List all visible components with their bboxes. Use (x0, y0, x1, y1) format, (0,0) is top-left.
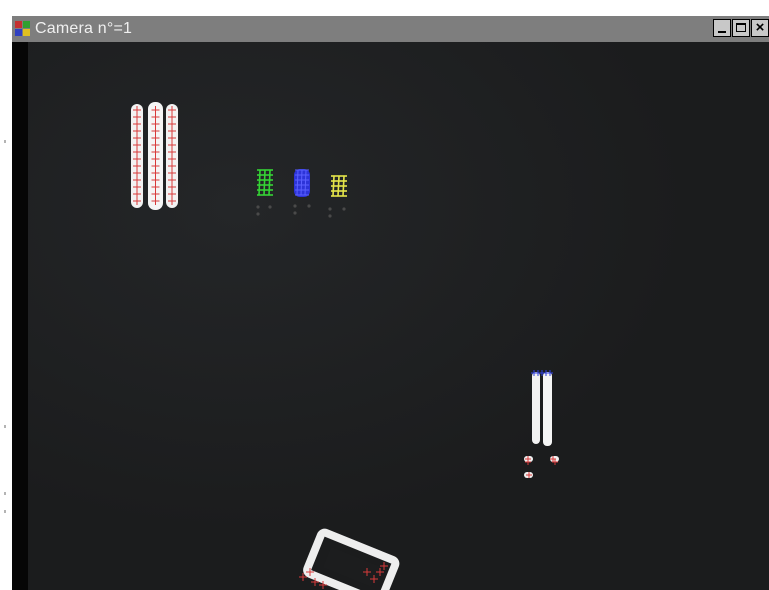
marker-dot (328, 214, 332, 218)
gutter-tick (4, 510, 6, 513)
close-icon: × (755, 19, 765, 36)
minimize-button[interactable] (713, 19, 731, 37)
left-gutter (0, 0, 12, 590)
cross-markers (531, 370, 553, 376)
marker-bar (532, 372, 540, 444)
camera-scene (131, 102, 559, 590)
marker-group-green (257, 169, 273, 196)
maximize-button[interactable] (732, 19, 750, 37)
marker-dot (293, 211, 297, 215)
close-button[interactable]: × (751, 19, 769, 37)
minimize-icon (718, 31, 726, 33)
marker-group-frame (303, 528, 400, 590)
grid-line (268, 169, 271, 196)
marker-dot (293, 204, 297, 208)
marker-dot (256, 205, 260, 209)
cross-markers (525, 456, 558, 478)
marker-group-right (524, 370, 559, 478)
window-title: Camera n°=1 (35, 20, 133, 37)
grid-line (258, 169, 261, 196)
camera-viewport[interactable] (12, 42, 769, 590)
marker-bar (543, 372, 552, 446)
camera-app-icon[interactable] (15, 21, 31, 37)
marker-dots (256, 204, 346, 218)
marker-dot (307, 204, 311, 208)
marker-group-large (131, 102, 178, 210)
maximize-icon (736, 23, 746, 32)
gutter-tick (4, 425, 6, 428)
marker-dot (342, 207, 346, 211)
marker-dot (328, 207, 332, 211)
camera-window: Camera n°=1 × (12, 16, 769, 590)
viewport-left-border (12, 42, 28, 590)
marker-dot (256, 212, 260, 216)
gutter-tick (4, 492, 6, 495)
gutter-tick (4, 140, 6, 143)
marker-group-yellow (331, 175, 347, 197)
title-bar[interactable]: Camera n°=1 × (12, 16, 769, 42)
marker-group-blue (294, 169, 310, 197)
window-controls: × (713, 19, 769, 37)
grid-line (263, 169, 266, 196)
marker-dot (268, 205, 272, 209)
